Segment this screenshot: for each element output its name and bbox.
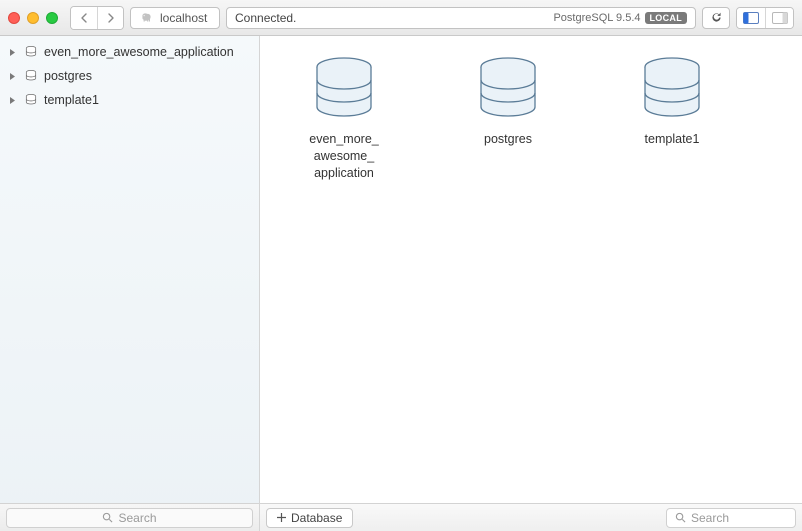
search-placeholder: Search [118, 511, 156, 525]
connection-status: Connected. [235, 11, 296, 25]
close-window-button[interactable] [8, 12, 20, 24]
database-label: postgres [484, 131, 532, 148]
main-footer: Database Search [260, 503, 802, 531]
view-content-button[interactable] [765, 8, 793, 28]
add-database-label: Database [291, 511, 342, 525]
tree-item[interactable]: even_more_awesome_application [0, 40, 259, 64]
database-icon [310, 56, 378, 121]
content-area: even_more_awesome_application postgres t… [0, 36, 802, 531]
nav-back-forward [70, 6, 124, 30]
main-search-input[interactable]: Search [666, 508, 796, 528]
host-label: localhost [160, 11, 207, 25]
disclosure-triangle-icon[interactable] [8, 48, 18, 57]
disclosure-triangle-icon[interactable] [8, 72, 18, 81]
tree-item-label: postgres [44, 69, 92, 83]
host-field[interactable]: localhost [130, 7, 220, 29]
refresh-button[interactable] [702, 7, 730, 29]
search-icon [675, 512, 686, 523]
database-item[interactable]: even_more_ awesome_ application [274, 56, 414, 182]
sidebar-footer: Search [0, 503, 259, 531]
minimize-window-button[interactable] [27, 12, 39, 24]
toolbar: localhost Connected. PostgreSQL 9.5.4 LO… [0, 0, 802, 36]
sidebar: even_more_awesome_application postgres t… [0, 36, 260, 531]
plus-icon [277, 513, 286, 522]
nav-back-button[interactable] [71, 7, 97, 29]
tree-item-label: even_more_awesome_application [44, 45, 234, 59]
search-icon [102, 512, 113, 523]
elephant-icon [139, 11, 154, 25]
database-item[interactable]: postgres [438, 56, 578, 148]
view-sidebar-button[interactable] [737, 8, 765, 28]
disclosure-triangle-icon[interactable] [8, 96, 18, 105]
server-version: PostgreSQL 9.5.4 [553, 12, 640, 24]
main-panel: even_more_ awesome_ application postgres [260, 36, 802, 531]
tree-item-label: template1 [44, 93, 99, 107]
add-database-button[interactable]: Database [266, 508, 353, 528]
local-badge: LOCAL [645, 12, 688, 24]
database-icon [638, 56, 706, 121]
database-tree: even_more_awesome_application postgres t… [0, 36, 259, 503]
database-icon [474, 56, 542, 121]
zoom-window-button[interactable] [46, 12, 58, 24]
database-label: even_more_ awesome_ application [309, 131, 379, 182]
database-label: template1 [645, 131, 700, 148]
nav-forward-button[interactable] [97, 7, 123, 29]
search-placeholder: Search [691, 511, 729, 525]
tree-item[interactable]: postgres [0, 64, 259, 88]
window-traffic-lights [8, 12, 58, 24]
tree-item[interactable]: template1 [0, 88, 259, 112]
status-bar: Connected. PostgreSQL 9.5.4 LOCAL [226, 7, 696, 29]
sidebar-search-input[interactable]: Search [6, 508, 253, 528]
database-grid: even_more_ awesome_ application postgres [260, 36, 802, 503]
database-icon [24, 45, 38, 59]
database-icon [24, 93, 38, 107]
database-item[interactable]: template1 [602, 56, 742, 148]
database-icon [24, 69, 38, 83]
view-mode-toggle [736, 7, 794, 29]
